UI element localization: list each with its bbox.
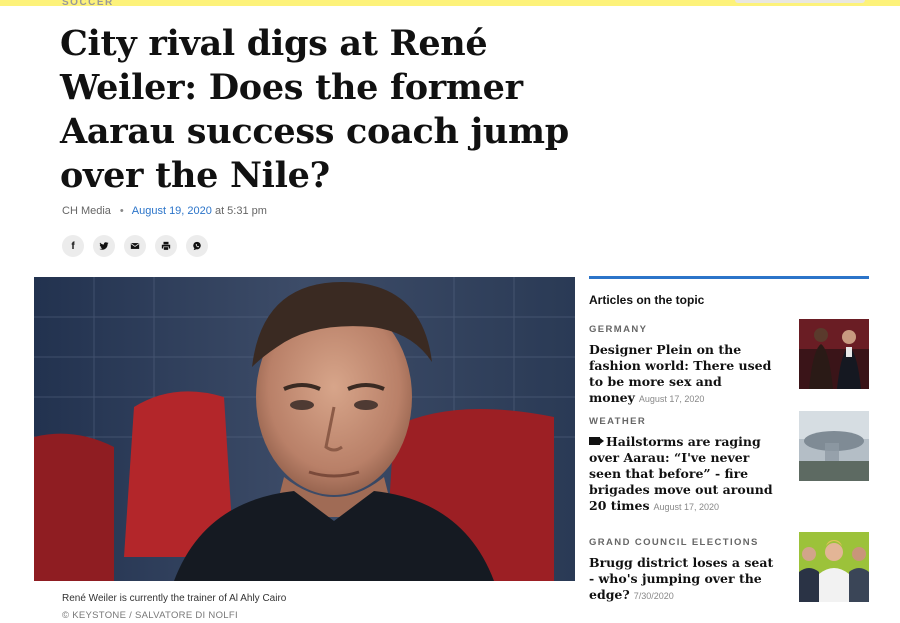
sidebar-title: Articles on the topic	[589, 293, 705, 307]
article-headline: City rival digs at René Weiler: Does the…	[60, 23, 569, 196]
facebook-icon: f	[71, 240, 75, 252]
sidebar-accent-rule	[589, 276, 869, 279]
article-thumbnail[interactable]	[799, 319, 869, 389]
related-article-1[interactable]: GERMANY Designer Plein on the fashion wo…	[589, 319, 869, 407]
fashion-event-image	[799, 319, 869, 389]
top-search-box[interactable]	[735, 0, 865, 3]
mail-icon	[130, 243, 140, 249]
article-date: August 17, 2020	[653, 502, 720, 512]
section-tag[interactable]: SOCCER	[62, 0, 114, 8]
article-thumbnail[interactable]	[799, 411, 869, 481]
related-article-3[interactable]: GRAND COUNCIL ELECTIONS Brugg district l…	[589, 532, 869, 604]
article-title[interactable]: Brugg district loses a seat - who's jump…	[589, 555, 781, 604]
image-caption: René Weiler is currently the trainer of …	[62, 593, 287, 604]
article-date: 7/30/2020	[633, 591, 674, 601]
print-button[interactable]	[155, 235, 177, 257]
author-name[interactable]: CH Media	[62, 205, 111, 217]
top-bar	[0, 0, 900, 6]
image-credit: © KEYSTONE / SALVATORE DI NOLFI	[62, 610, 238, 621]
twitter-share-button[interactable]	[93, 235, 115, 257]
storm-cloud-image	[799, 411, 869, 481]
separator-dot: •	[119, 205, 124, 217]
publish-date: August 19, 2020	[131, 205, 212, 217]
article-date: August 17, 2020	[638, 394, 705, 404]
article-photo[interactable]	[34, 277, 575, 581]
facebook-share-button[interactable]: f	[62, 235, 84, 257]
whatsapp-share-button[interactable]	[186, 235, 208, 257]
article-title-text[interactable]: Brugg district loses a seat - who's jump…	[589, 555, 773, 602]
portrait-image	[34, 277, 575, 581]
article-title[interactable]: Designer Plein on the fashion world: The…	[589, 342, 781, 407]
twitter-icon	[99, 242, 109, 250]
article-thumbnail[interactable]	[799, 532, 869, 602]
related-articles-sidebar: Articles on the topic GERMANY Designer P…	[589, 276, 869, 602]
politicians-image	[799, 532, 869, 602]
publish-time: at 5:31 pm	[214, 205, 267, 217]
print-icon	[161, 241, 171, 251]
share-bar: f	[62, 235, 208, 257]
email-share-button[interactable]	[124, 235, 146, 257]
whatsapp-icon	[193, 241, 201, 251]
article-title[interactable]: Hailstorms are raging over Aarau: “I've …	[589, 434, 781, 515]
byline: CH Media • August 19, 2020 at 5:31 pm	[62, 205, 267, 217]
related-article-2[interactable]: WEATHER Hailstorms are raging over Aarau…	[589, 411, 869, 515]
video-icon	[589, 437, 604, 445]
